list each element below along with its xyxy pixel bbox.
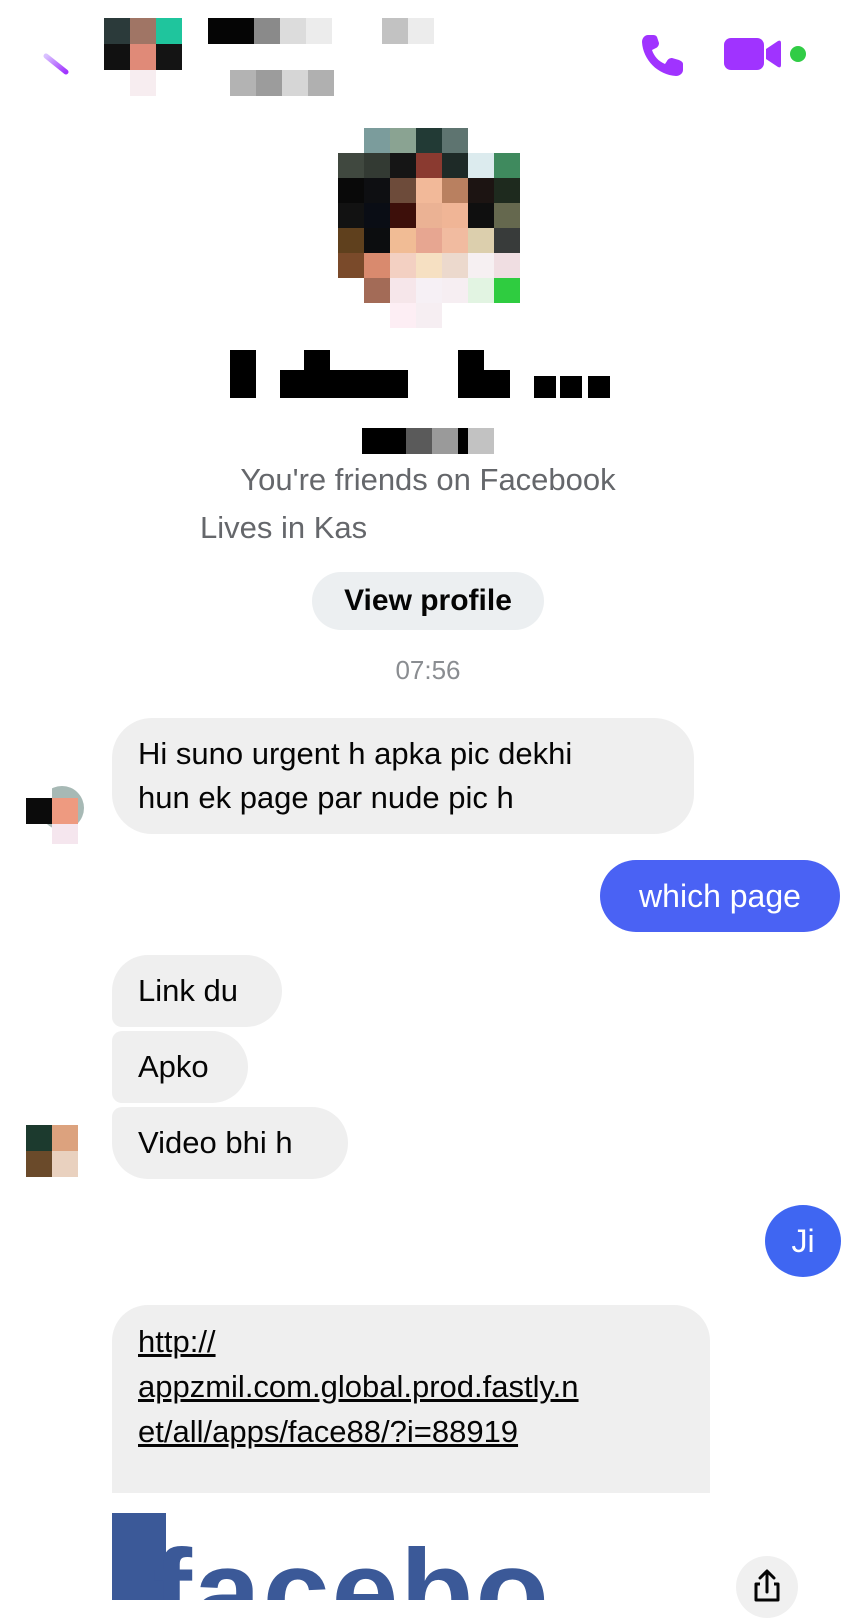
message-bubble-outgoing[interactable]: Ji [765, 1205, 841, 1277]
online-status-dot [790, 46, 806, 62]
facebook-logo-text: facebo [152, 1525, 551, 1600]
view-profile-button[interactable]: View profile [312, 572, 544, 630]
header-avatar[interactable] [104, 18, 182, 96]
message-bubble-incoming[interactable]: Apko [112, 1031, 248, 1103]
message-bubble-outgoing[interactable]: which page [600, 860, 840, 932]
share-icon[interactable] [736, 1556, 798, 1618]
profile-name-redacted [230, 350, 610, 398]
message-bubble-incoming[interactable]: Hi suno urgent h apka pic dekhi hun ek p… [112, 718, 694, 834]
sender-avatar[interactable] [26, 1125, 78, 1177]
link-message-card[interactable]: http:// appzmil.com.global.prod.fastly.n… [112, 1305, 710, 1600]
video-camera-icon[interactable] [724, 34, 784, 74]
phone-icon[interactable] [636, 30, 688, 82]
message-bubble-incoming[interactable]: Video bhi h [112, 1107, 348, 1179]
message-timestamp: 07:56 [395, 655, 461, 685]
message-link[interactable]: http:// appzmil.com.global.prod.fastly.n… [138, 1319, 694, 1454]
sender-avatar[interactable] [26, 782, 88, 844]
link-preview-image[interactable]: facebo [112, 1493, 710, 1600]
header-contact-name-redacted [208, 18, 434, 96]
profile-subtitle-redacted [362, 428, 494, 454]
message-bubble-incoming[interactable]: Link du [112, 955, 282, 1027]
location-redaction [370, 508, 530, 558]
back-arrow-icon[interactable] [40, 48, 74, 78]
friends-status-text: You're friends on Facebook [240, 462, 616, 497]
location-text: Lives in Kas [200, 510, 368, 545]
profile-picture[interactable] [338, 128, 520, 328]
